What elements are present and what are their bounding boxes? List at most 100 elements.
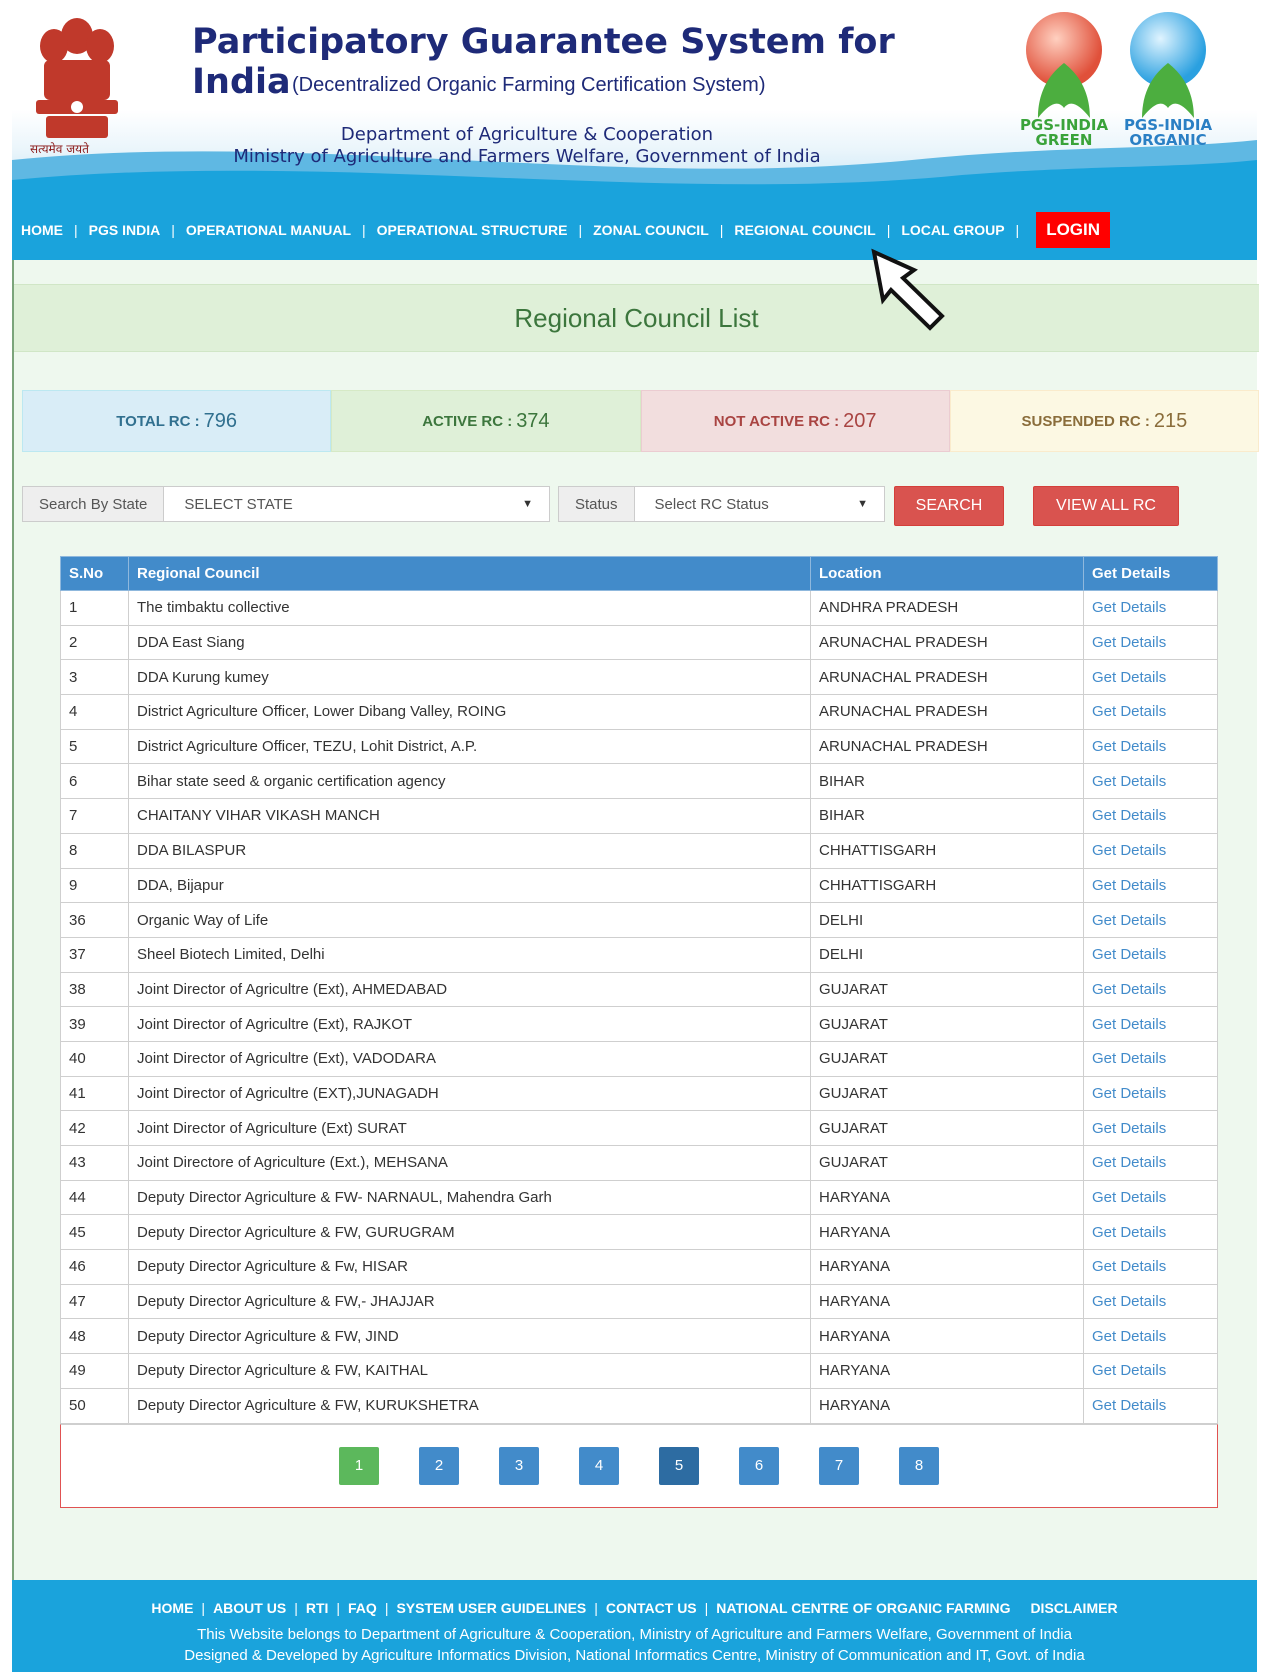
footer-link-disclaimer[interactable]: DISCLAIMER	[1030, 1600, 1117, 1616]
cell-location: HARYANA	[810, 1249, 1084, 1285]
page-button-7[interactable]: 7	[819, 1446, 859, 1485]
cell-regional-council: Deputy Director Agriculture & FW, KURUKS…	[128, 1387, 811, 1424]
cell-regional-council: DDA Kurung kumey	[128, 659, 811, 696]
cell-location: HARYANA	[810, 1353, 1084, 1389]
column-header-regional-council: Regional Council	[128, 556, 811, 591]
cell-regional-council: The timbaktu collective	[128, 590, 811, 626]
ministry-name: Ministry of Agriculture and Farmers Welf…	[233, 146, 821, 167]
get-details-link[interactable]: Get Details	[1083, 1387, 1218, 1424]
get-details-link[interactable]: Get Details	[1083, 728, 1218, 765]
column-header-sno: S.No	[60, 556, 129, 591]
cell-sno: 9	[60, 867, 129, 904]
stat-total-rc: TOTAL RC :796	[22, 390, 332, 452]
cell-sno: 48	[60, 1318, 129, 1355]
cell-regional-council: District Agriculture Officer, Lower Diba…	[128, 694, 811, 730]
cell-regional-council: CHAITANY VIHAR VIKASH MANCH	[128, 798, 811, 834]
get-details-link[interactable]: Get Details	[1083, 971, 1218, 1008]
nav-home[interactable]: HOME	[21, 222, 63, 238]
get-details-link[interactable]: Get Details	[1083, 1110, 1218, 1146]
pgs-organic-logo-text: PGS-INDIA ORGANIC	[1123, 116, 1213, 149]
pointer-arrow-icon	[871, 248, 945, 331]
get-details-link[interactable]: Get Details	[1083, 1318, 1218, 1355]
get-details-link[interactable]: Get Details	[1083, 867, 1218, 904]
cell-sno: 45	[60, 1214, 129, 1251]
search-button[interactable]: SEARCH	[894, 486, 1004, 526]
table-row: 7 CHAITANY VIHAR VIKASH MANCH BIHAR Get Det…	[60, 798, 1218, 834]
table-row: 49 Deputy Director Agriculture & FW, KAIT…	[60, 1353, 1218, 1389]
footer-link-contact-us[interactable]: CONTACT US	[606, 1600, 697, 1616]
main-content: Regional Council List TOTAL RC :796 ACTI…	[12, 260, 1259, 1600]
nav-operational-manual[interactable]: OPERATIONAL MANUAL	[186, 222, 351, 238]
get-details-link[interactable]: Get Details	[1083, 936, 1218, 973]
cell-location: ANDHRA PRADESH	[810, 590, 1084, 626]
page-button-3[interactable]: 3	[499, 1446, 539, 1485]
get-details-link[interactable]: Get Details	[1083, 1006, 1218, 1042]
page-button-8[interactable]: 8	[899, 1446, 939, 1485]
get-details-link[interactable]: Get Details	[1083, 902, 1218, 938]
regional-council-table-wrap: S.No Regional Council Location Get Detai…	[60, 556, 1218, 1508]
cell-regional-council: District Agriculture Officer, TEZU, Lohi…	[128, 728, 811, 765]
page-title-bar: Regional Council List	[14, 284, 1259, 352]
footer-link-system-user-guidelines[interactable]: SYSTEM USER GUIDELINES	[396, 1600, 586, 1616]
get-details-link[interactable]: Get Details	[1083, 624, 1218, 661]
table-row: 43 Joint Directore of Agriculture (Ext.),…	[60, 1145, 1218, 1181]
page-button-6[interactable]: 6	[739, 1446, 779, 1485]
get-details-link[interactable]: Get Details	[1083, 763, 1218, 800]
get-details-link[interactable]: Get Details	[1083, 1040, 1218, 1077]
cell-regional-council: Organic Way of Life	[128, 902, 811, 938]
cell-sno: 36	[60, 902, 129, 938]
cell-sno: 41	[60, 1075, 129, 1112]
cell-sno: 1	[60, 590, 129, 626]
get-details-link[interactable]: Get Details	[1083, 1353, 1218, 1389]
nav-zonal-council[interactable]: ZONAL COUNCIL	[593, 222, 709, 238]
nav-operational-structure[interactable]: OPERATIONAL STRUCTURE	[377, 222, 568, 238]
cell-regional-council: Deputy Director Agriculture & FW, KAITHA…	[128, 1353, 811, 1389]
page-button-5[interactable]: 5	[659, 1446, 699, 1485]
cell-regional-council: Deputy Director Agriculture & FW- NARNAU…	[128, 1179, 811, 1216]
cell-location: DELHI	[810, 902, 1084, 938]
cell-regional-council: Joint Director of Agricultre (Ext), VADO…	[128, 1040, 811, 1077]
get-details-link[interactable]: Get Details	[1083, 590, 1218, 626]
footer-links: HOME | ABOUT US | RTI | FAQ | SYSTEM USER GUIDEL…	[151, 1600, 1118, 1616]
status-filter-label: Status	[559, 487, 635, 521]
get-details-link[interactable]: Get Details	[1083, 1145, 1218, 1181]
cell-sno: 38	[60, 971, 129, 1008]
get-details-link[interactable]: Get Details	[1083, 1179, 1218, 1216]
get-details-link[interactable]: Get Details	[1083, 1214, 1218, 1251]
cell-location: CHHATTISGARH	[810, 832, 1084, 869]
table-row: 38 Joint Director of Agricultre (Ext), AH…	[60, 971, 1218, 1008]
cell-sno: 3	[60, 659, 129, 696]
get-details-link[interactable]: Get Details	[1083, 1075, 1218, 1112]
cell-sno: 50	[60, 1387, 129, 1424]
get-details-link[interactable]: Get Details	[1083, 659, 1218, 696]
footer-link-about-us[interactable]: ABOUT US	[213, 1600, 286, 1616]
get-details-link[interactable]: Get Details	[1083, 832, 1218, 869]
table-row: 6 Bihar state seed & organic certificatio…	[60, 763, 1218, 800]
page-button-2[interactable]: 2	[419, 1446, 459, 1485]
get-details-link[interactable]: Get Details	[1083, 1249, 1218, 1285]
nav-pgs-india[interactable]: PGS INDIA	[89, 222, 161, 238]
page-button-1[interactable]: 1	[339, 1446, 379, 1485]
footer-link-rti[interactable]: RTI	[306, 1600, 329, 1616]
state-filter-label: Search By State	[23, 487, 165, 521]
nav-local-group[interactable]: LOCAL GROUP	[901, 222, 1004, 238]
state-select[interactable]: SELECT STATE ▼	[164, 487, 549, 521]
page-button-4[interactable]: 4	[579, 1446, 619, 1485]
table-row: 46 Deputy Director Agriculture & Fw, HISA…	[60, 1249, 1218, 1285]
login-button[interactable]: LOGIN	[1036, 212, 1111, 248]
get-details-link[interactable]: Get Details	[1083, 798, 1218, 834]
footer-link-home[interactable]: HOME	[151, 1600, 193, 1616]
cell-location: HARYANA	[810, 1283, 1084, 1320]
view-all-rc-button[interactable]: VIEW ALL RC	[1033, 486, 1179, 526]
cell-location: GUJARAT	[810, 1075, 1084, 1112]
get-details-link[interactable]: Get Details	[1083, 1283, 1218, 1320]
footer-link-faq[interactable]: FAQ	[348, 1600, 377, 1616]
footer-link-national-centre-of-organic-farming[interactable]: NATIONAL CENTRE OF ORGANIC FARMING	[716, 1600, 1010, 1616]
cell-sno: 49	[60, 1353, 129, 1389]
site-header: सत्यमेव जयते Participatory Guarantee Sys…	[12, 0, 1257, 200]
nav-regional-council[interactable]: REGIONAL COUNCIL	[734, 222, 875, 238]
get-details-link[interactable]: Get Details	[1083, 694, 1218, 730]
cell-location: ARUNACHAL PRADESH	[810, 624, 1084, 661]
cell-sno: 42	[60, 1110, 129, 1146]
status-select[interactable]: Select RC Status ▼	[635, 487, 884, 521]
